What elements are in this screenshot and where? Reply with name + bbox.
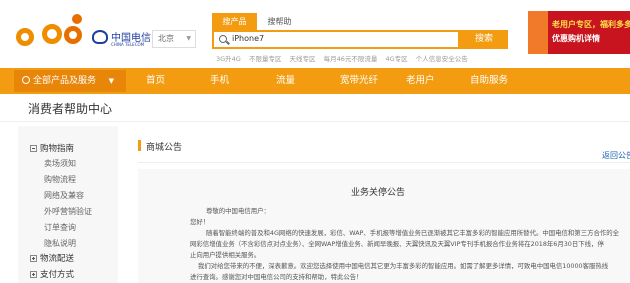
nav-item-self-service[interactable]: 自助服务: [470, 68, 508, 94]
sidebar-group-shopping-guide[interactable]: 购物指南: [30, 142, 74, 154]
section-marker: [138, 140, 141, 151]
banner-line-1: 老用户专区，福利多多: [552, 20, 630, 29]
huango-logo[interactable]: [14, 14, 84, 52]
banner-accent: [528, 11, 548, 54]
nav-item-phones[interactable]: 手机: [210, 68, 229, 94]
notice-body: 业务关停公告 尊敬的中国电信用户： 您好！ 随着智能终端的普及和4G网络的快速发…: [138, 169, 630, 283]
content-panel: 商城公告 返回公告列表 业务关停公告 尊敬的中国电信用户： 您好！ 随着智能终端…: [124, 126, 630, 283]
divider: [0, 121, 630, 122]
site-header: 中国电信 CHINA TELECOM 北京 ▼ 搜产品 搜帮助 iPhone7 …: [0, 0, 630, 68]
collapse-icon: [30, 145, 37, 152]
grid-icon: [22, 76, 30, 84]
city-label: 北京: [158, 34, 174, 43]
section-title: 商城公告: [146, 143, 183, 153]
divider: [138, 162, 630, 163]
tab-search-products[interactable]: 搜产品: [212, 13, 257, 30]
sidebar-item[interactable]: 订单查询: [44, 222, 76, 233]
hot-keyword-link[interactable]: 每月46元不限流量: [324, 55, 378, 63]
page-title: 消费者帮助中心: [28, 102, 113, 116]
logo-dot: [72, 14, 82, 24]
sidebar-item[interactable]: 外呼营销验证: [44, 206, 92, 217]
sidebar-group-label: 物流配送: [40, 254, 75, 264]
notice-line: 止向用户提供相关服务。: [190, 251, 261, 259]
city-selector[interactable]: 北京 ▼: [152, 30, 196, 48]
sidebar-group-delivery[interactable]: 物流配送: [30, 252, 74, 264]
nav-item-data[interactable]: 流量: [276, 68, 295, 94]
notice-title: 业务关停公告: [350, 188, 405, 198]
hot-keyword-link[interactable]: 天线专区: [290, 55, 316, 63]
promo-banner[interactable]: 老用户专区，福利多多 优惠购机详情: [528, 11, 630, 54]
main-nav: 全部产品及服务 ▼ 首页 手机 流量 宽带光纤 老用户 自助服务: [0, 68, 630, 94]
sidebar-group-payment[interactable]: 支付方式: [30, 268, 74, 280]
expand-icon: [30, 271, 37, 278]
notice-line: 尊敬的中国电信用户：: [206, 207, 270, 215]
sidebar-group-label: 支付方式: [40, 270, 75, 280]
chevron-down-icon: ▼: [108, 77, 114, 85]
notice-line: 您好！: [190, 218, 210, 226]
search-input[interactable]: iPhone7: [212, 30, 460, 49]
nav-item-broadband[interactable]: 宽带光纤: [340, 68, 378, 94]
notice-line: 网彩信增值业务（不含彩信点对点业务）、全网WAP增值业务、新闻早晚报、天翼快讯及…: [190, 240, 604, 248]
logo-ring: [16, 28, 34, 46]
help-sidebar: 购物指南 卖场须知 购物流程 网络及兼容 外呼营销验证 订单查询 隐私说明 物流…: [18, 126, 118, 283]
notice-line: 随着智能终端的普及和4G网络的快速发展，彩信、WAP、手机报等增值业务已逐渐被其…: [206, 229, 620, 237]
logo-ring: [64, 26, 82, 44]
hot-keyword-link[interactable]: 3G升4G: [216, 55, 241, 63]
sidebar-item[interactable]: 购物流程: [44, 174, 76, 185]
sidebar-group-label: 购物指南: [40, 144, 75, 154]
nav-item-existing-users[interactable]: 老用户: [406, 68, 435, 94]
page: 中国电信 CHINA TELECOM 北京 ▼ 搜产品 搜帮助 iPhone7 …: [0, 0, 630, 283]
notice-line: 进行查询。感谢您对中国电信公司的支持和帮助，特此公告！: [190, 273, 363, 281]
notice-line: 我们对给您带来的不便，深表歉意。欢迎您选择使用中国电信其它更为丰富多彩的智能应用…: [198, 262, 609, 270]
tab-search-help[interactable]: 搜帮助: [257, 13, 302, 30]
search-input-value: iPhone7: [232, 34, 265, 43]
sidebar-item[interactable]: 网络及兼容: [44, 190, 84, 201]
hot-keyword-link[interactable]: 不限量专区: [249, 55, 282, 63]
hot-keywords: 3G升4G 不限量专区 天线专区 每月46元不限流量 4G专区 个人信息安全公告: [216, 53, 474, 63]
banner-line-2: 优惠购机详情: [552, 34, 600, 43]
sidebar-item[interactable]: 卖场须知: [44, 158, 76, 169]
search-button[interactable]: 搜索: [460, 30, 508, 49]
telecom-name-en: CHINA TELECOM: [111, 42, 145, 47]
hot-keyword-link[interactable]: 4G专区: [385, 55, 407, 63]
search-icon: [219, 35, 227, 43]
expand-icon: [30, 255, 37, 262]
all-products-menu[interactable]: 全部产品及服务 ▼: [14, 70, 126, 92]
logo-ring: [42, 24, 62, 44]
telecom-icon: [92, 30, 108, 44]
sidebar-item[interactable]: 隐私说明: [44, 238, 76, 249]
hot-keyword-link[interactable]: 个人信息安全公告: [416, 55, 468, 63]
chevron-down-icon: ▼: [186, 35, 191, 42]
all-products-label: 全部产品及服务: [33, 76, 97, 86]
nav-item-home[interactable]: 首页: [146, 68, 165, 94]
back-to-list-link[interactable]: 返回公告列表: [602, 150, 630, 161]
